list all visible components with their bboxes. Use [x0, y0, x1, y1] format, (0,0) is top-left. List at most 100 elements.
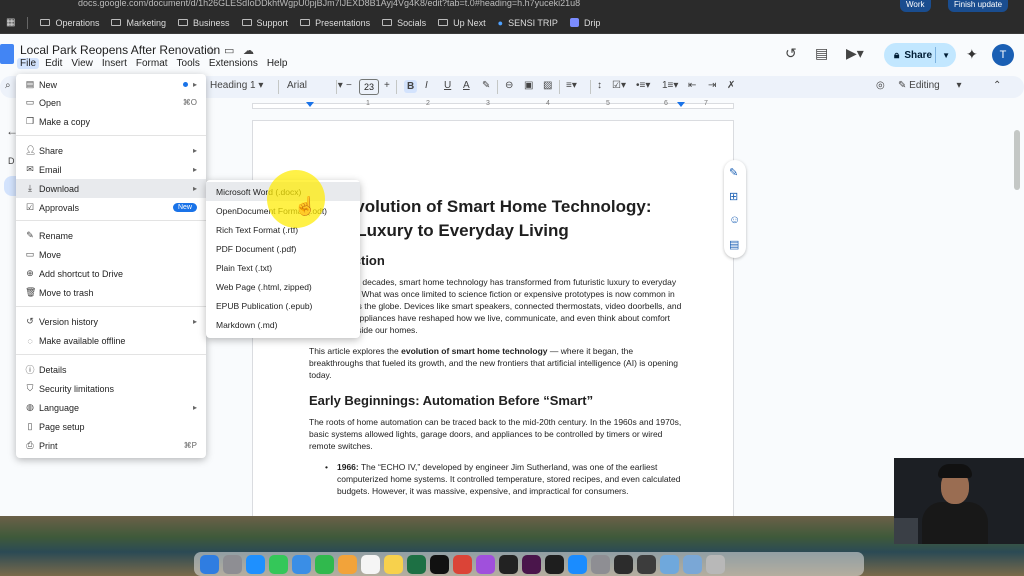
checklist-icon[interactable]: ☑▾	[612, 80, 626, 91]
dock-slack-icon[interactable]	[522, 554, 541, 574]
profile-button[interactable]: Work	[900, 0, 931, 12]
download-html[interactable]: Web Page (.html, zipped)	[206, 277, 360, 296]
heading-1[interactable]: The Evolution of Smart Home Technology: …	[309, 195, 685, 243]
add-comment-icon[interactable]: ⊞	[729, 190, 738, 203]
dock-safari-icon[interactable]	[246, 554, 265, 574]
suggest-edits-icon[interactable]: ▤	[729, 238, 739, 251]
menu-insert[interactable]: Insert	[102, 58, 127, 69]
apps-grid-icon[interactable]: ▦	[6, 17, 15, 28]
menu-item-share[interactable]: 👤︎ Share ▸	[16, 141, 206, 160]
menu-item-make-offline[interactable]: ◌ Make available offline	[16, 331, 206, 350]
menu-item-language[interactable]: ◍ Language ▸	[16, 398, 206, 417]
finish-update-button[interactable]: Finish update	[948, 0, 1009, 12]
dock-preview-icon[interactable]	[660, 554, 679, 574]
bookmark-presentations[interactable]: Presentations	[300, 18, 370, 28]
dock-figma-icon[interactable]	[545, 554, 564, 574]
bookmark-sensi-trip[interactable]: ● SENSI TRIP	[498, 18, 558, 28]
menu-view[interactable]: View	[71, 58, 93, 69]
emoji-reaction-icon[interactable]: ☺	[729, 214, 740, 226]
clear-formatting-icon[interactable]: ✗	[727, 80, 735, 91]
increase-indent-icon[interactable]: ⇥	[708, 80, 716, 91]
dock-notes-icon[interactable]	[384, 554, 403, 574]
dock-tv-icon[interactable]	[430, 554, 449, 574]
bookmark-up-next[interactable]: Up Next	[438, 18, 486, 28]
decrease-indent-icon[interactable]: ⇤	[688, 80, 696, 91]
dock-mail-icon[interactable]	[292, 554, 311, 574]
heading-introduction[interactable]: Introduction	[309, 253, 685, 268]
document-body[interactable]: The Evolution of Smart Home Technology: …	[309, 195, 685, 497]
dock-settings-icon[interactable]	[591, 554, 610, 574]
underline-icon[interactable]: U	[444, 80, 451, 91]
left-indent-marker[interactable]	[306, 102, 314, 107]
url-text[interactable]: docs.google.com/document/d/1h26GLESdIoDD…	[78, 0, 580, 8]
dock-messages-icon[interactable]	[269, 554, 288, 574]
bold-icon[interactable]: B	[404, 80, 418, 93]
paragraph[interactable]: This article explores the evolution of s…	[309, 345, 685, 381]
search-menus-icon[interactable]: ⌕	[5, 80, 11, 91]
menu-extensions[interactable]: Extensions	[209, 58, 258, 69]
gemini-sparkle-icon[interactable]: ✦	[966, 46, 978, 63]
add-comment-icon[interactable]: ▣	[524, 80, 533, 91]
bookmark-support[interactable]: Support	[241, 18, 288, 28]
bookmark-marketing[interactable]: Marketing	[111, 18, 166, 28]
dock-downloads-icon[interactable]	[683, 554, 702, 574]
highlight-color-icon[interactable]: ✎	[482, 80, 490, 91]
dock-trash-icon[interactable]	[706, 554, 725, 574]
menu-item-security-limitations[interactable]: ⛉ Security limitations	[16, 379, 206, 398]
bookmark-socials[interactable]: Socials	[382, 18, 426, 28]
dock-podcasts-icon[interactable]	[476, 554, 495, 574]
bookmark-business[interactable]: Business	[178, 18, 230, 28]
bookmark-operations[interactable]: Operations	[40, 18, 99, 28]
share-button[interactable]: 🔒︎ Share ▼	[884, 43, 956, 67]
heading-early-beginnings[interactable]: Early Beginnings: Automation Before “Sma…	[309, 393, 685, 408]
star-icon[interactable]: ☆	[206, 44, 216, 57]
dock-finder-icon[interactable]	[200, 554, 219, 574]
menu-item-open[interactable]: ▭ Open ⌘O	[16, 93, 206, 112]
bulleted-list-icon[interactable]: •≡▾	[636, 80, 650, 91]
font-size-input[interactable]: 23	[359, 79, 379, 95]
dock-appstore-icon[interactable]	[568, 554, 587, 574]
increase-font-size-icon[interactable]: +	[384, 80, 390, 91]
menu-item-rename[interactable]: ✎ Rename	[16, 226, 206, 245]
document-title[interactable]: Local Park Reopens After Renovation	[20, 43, 220, 57]
download-md[interactable]: Markdown (.md)	[206, 315, 360, 334]
dock-capcut-icon[interactable]	[499, 554, 518, 574]
menu-item-approvals[interactable]: ☑ Approvals New	[16, 198, 206, 217]
bookmark-drip[interactable]: Drip	[569, 18, 600, 28]
download-pdf[interactable]: PDF Document (.pdf)	[206, 239, 360, 258]
download-epub[interactable]: EPUB Publication (.epub)	[206, 296, 360, 315]
download-txt[interactable]: Plain Text (.txt)	[206, 258, 360, 277]
gemini-toolbar-icon[interactable]: ◎	[876, 80, 885, 91]
right-indent-marker[interactable]	[677, 102, 685, 107]
paragraph[interactable]: The roots of home automation can be trac…	[309, 416, 685, 452]
menu-tools[interactable]: Tools	[177, 58, 200, 69]
menu-edit[interactable]: Edit	[45, 58, 62, 69]
vertical-scrollbar[interactable]	[1014, 130, 1020, 190]
dock-quicktime-icon[interactable]	[637, 554, 656, 574]
dock-calendar-icon[interactable]	[361, 554, 380, 574]
numbered-list-icon[interactable]: 1≡▾	[662, 80, 678, 91]
menu-item-add-shortcut[interactable]: ⊕ Add shortcut to Drive	[16, 264, 206, 283]
dock-photos-icon[interactable]	[338, 554, 357, 574]
menu-item-download[interactable]: ⤓ Download ▸	[16, 179, 206, 198]
italic-icon[interactable]: I	[425, 80, 428, 91]
move-folder-icon[interactable]: ▭	[224, 44, 234, 57]
account-avatar[interactable]: T	[992, 44, 1014, 66]
menu-item-version-history[interactable]: ↺ Version history ▸	[16, 312, 206, 331]
line-spacing-icon[interactable]: ↕	[597, 80, 602, 91]
style-select[interactable]: Heading 1 ▾	[210, 80, 263, 91]
text-color-icon[interactable]: A	[463, 80, 470, 91]
insert-image-icon[interactable]: ▨	[543, 80, 552, 91]
align-icon[interactable]: ≡▾	[566, 80, 577, 91]
menu-item-move-to-trash[interactable]: 🗑︎ Move to trash	[16, 283, 206, 302]
menu-item-make-copy[interactable]: ❐ Make a copy	[16, 112, 206, 131]
hide-menus-chevron-icon[interactable]: ⌃	[993, 80, 1001, 91]
menu-item-details[interactable]: ⓘ Details	[16, 360, 206, 379]
help-me-write-icon[interactable]: ✎	[729, 166, 738, 179]
editing-mode-select[interactable]: ✎ Editing ▾	[898, 80, 962, 91]
menu-file[interactable]: File	[17, 58, 40, 69]
dock-excel-icon[interactable]	[407, 554, 426, 574]
menu-item-move[interactable]: ▭ Move	[16, 245, 206, 264]
browser-url-bar[interactable]: docs.google.com/document/d/1h26GLESdIoDD…	[0, 0, 1024, 12]
list-item[interactable]: 1966: The “ECHO IV,” developed by engine…	[325, 461, 685, 497]
